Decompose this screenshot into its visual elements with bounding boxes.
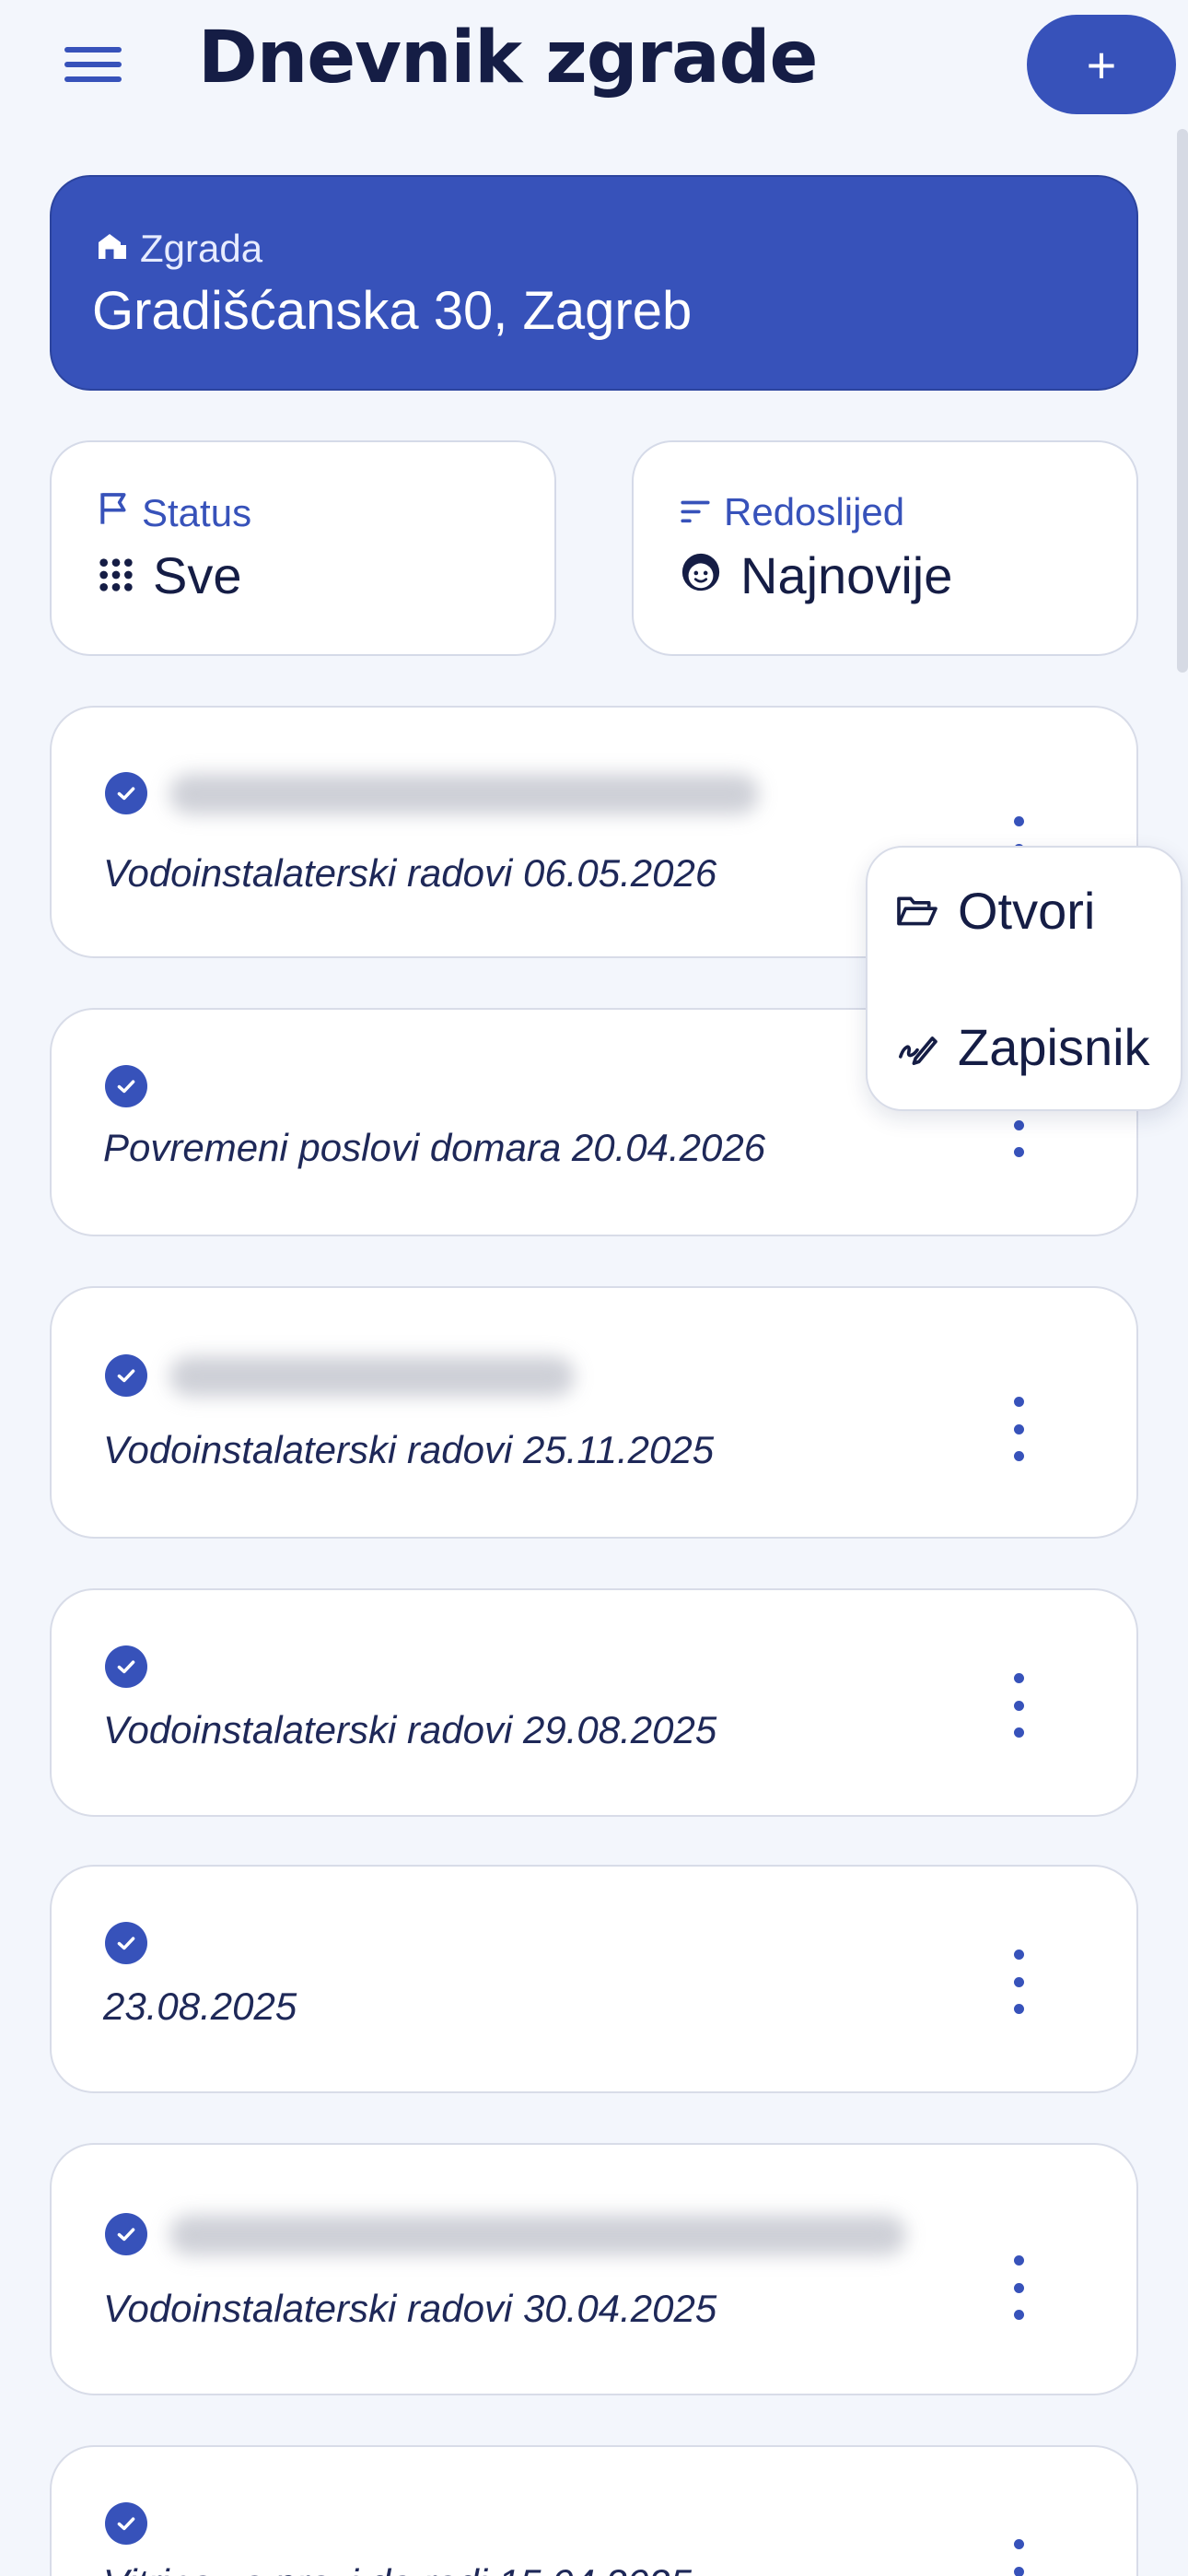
page-title: Dnevnik zgrade xyxy=(198,17,818,100)
log-description: Vodoinstalaterski radovi 30.04.2025 xyxy=(103,2287,717,2330)
check-circle-icon xyxy=(105,1354,147,1397)
building-address: Gradišćanska 30, Zagreb xyxy=(92,281,693,341)
order-label-row: Redoslijed xyxy=(680,490,904,534)
log-card[interactable]: Vodoinstalaterski radovi 30.04.2025 xyxy=(50,2143,1138,2395)
context-menu: Otvori Zapisnik xyxy=(866,846,1182,1111)
order-value-row: Najnovije xyxy=(680,545,952,605)
company-name-hidden xyxy=(169,2215,906,2255)
app-header: Dnevnik zgrade + xyxy=(0,0,1188,129)
check-circle-icon xyxy=(105,2213,147,2255)
more-vertical-icon[interactable] xyxy=(1009,2255,1028,2320)
menu-item-open[interactable]: Otvori xyxy=(895,881,1095,941)
menu-item-minutes[interactable]: Zapisnik xyxy=(895,1017,1150,1077)
menu-item-minutes-label: Zapisnik xyxy=(958,1018,1150,1076)
more-vertical-icon[interactable] xyxy=(1009,1673,1028,1738)
more-vertical-icon[interactable] xyxy=(1009,1397,1028,1461)
building-icon xyxy=(96,227,129,271)
order-value: Najnovije xyxy=(740,546,953,604)
building-label: Zgrada xyxy=(140,227,263,270)
folder-open-icon xyxy=(895,881,939,941)
more-vertical-icon[interactable] xyxy=(1009,2539,1028,2576)
grid-icon xyxy=(98,545,134,605)
building-label-row: Zgrada xyxy=(96,227,262,271)
log-card[interactable]: Vitrina za pravi do radi 15.04.2025 xyxy=(50,2445,1138,2576)
log-description: Vodoinstalaterski radovi 06.05.2026 xyxy=(103,851,717,895)
status-label: Status xyxy=(142,491,252,534)
log-description: Vitrina za pravi do radi 15.04.2025 xyxy=(103,2561,692,2576)
scrollbar[interactable] xyxy=(1177,129,1188,673)
check-circle-icon xyxy=(105,2502,147,2545)
log-description: 23.08.2025 xyxy=(103,1985,297,2028)
menu-item-open-label: Otvori xyxy=(958,882,1096,940)
check-circle-icon xyxy=(105,1065,147,1107)
order-label: Redoslijed xyxy=(724,490,905,533)
add-button[interactable]: + xyxy=(1027,15,1176,114)
status-value: Sve xyxy=(153,546,242,604)
building-card[interactable]: Zgrada Gradišćanska 30, Zagreb xyxy=(50,175,1138,391)
hamburger-icon[interactable] xyxy=(64,35,134,94)
log-description: Vodoinstalaterski radovi 25.11.2025 xyxy=(103,1428,715,1471)
face-icon xyxy=(680,545,722,605)
log-description: Povremeni poslovi domara 20.04.2026 xyxy=(103,1126,766,1169)
log-card[interactable]: 23.08.2025 xyxy=(50,1865,1138,2093)
status-filter[interactable]: Status Sve xyxy=(50,440,556,656)
flag-icon xyxy=(98,490,129,536)
log-card[interactable]: Vodoinstalaterski radovi 25.11.2025 xyxy=(50,1286,1138,1539)
company-name-hidden xyxy=(169,1356,575,1397)
page: Dnevnik zgrade + Zgrada Gradišćanska 30,… xyxy=(0,0,1188,2576)
log-card[interactable]: Vodoinstalaterski radovi 29.08.2025 xyxy=(50,1588,1138,1817)
log-description: Vodoinstalaterski radovi 29.08.2025 xyxy=(103,1708,717,1751)
check-circle-icon xyxy=(105,1645,147,1688)
company-name-hidden xyxy=(169,774,759,814)
check-circle-icon xyxy=(105,1922,147,1964)
status-label-row: Status xyxy=(98,490,251,536)
more-vertical-icon[interactable] xyxy=(1009,1950,1028,2014)
status-value-row: Sve xyxy=(98,545,242,605)
sort-icon xyxy=(680,490,711,534)
signature-icon xyxy=(895,1017,939,1077)
check-circle-icon xyxy=(105,772,147,814)
order-filter[interactable]: Redoslijed Najnovije xyxy=(632,440,1138,656)
